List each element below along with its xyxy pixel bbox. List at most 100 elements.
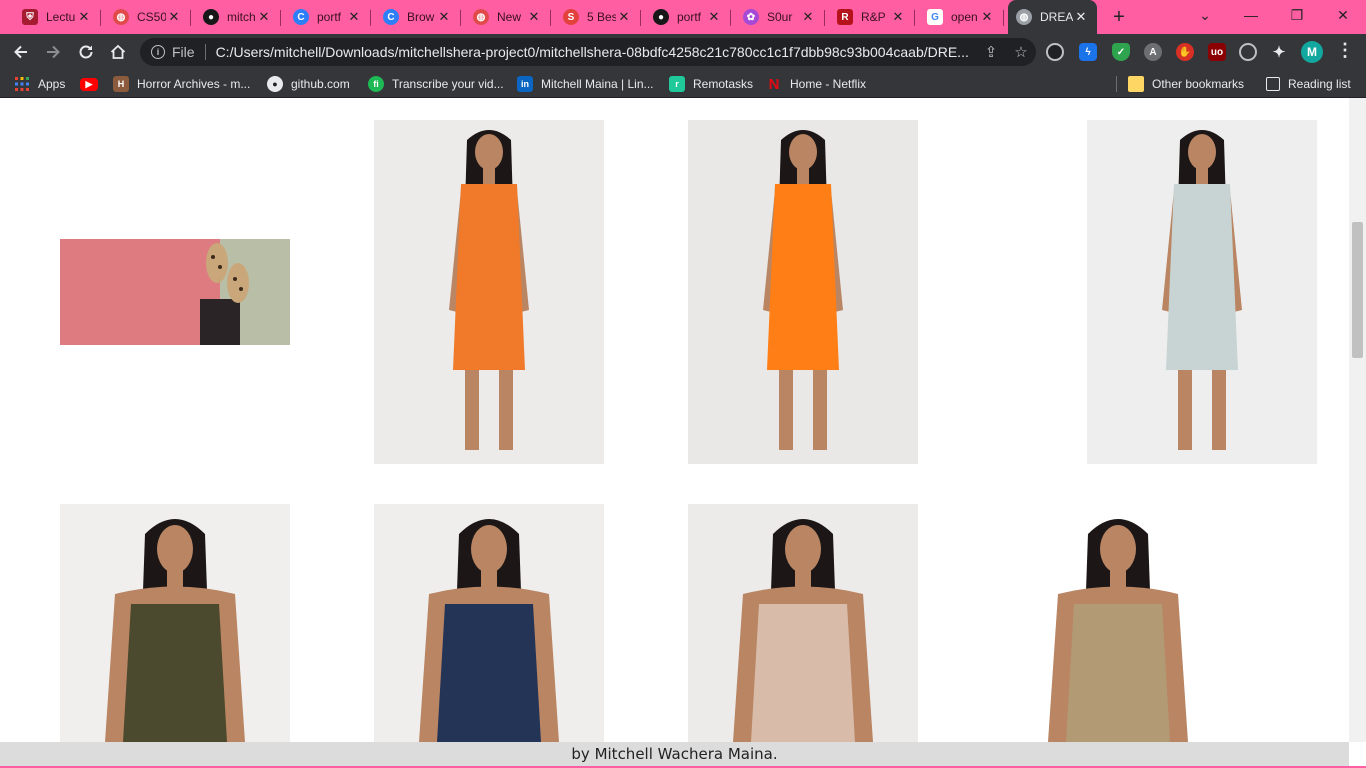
tab-separator [730,10,731,26]
product-image-leopard-jeans[interactable] [1003,504,1233,742]
page-footer: by Mitchell Wachera Maina. [0,742,1349,766]
bookmark-other-folder[interactable]: Other bookmarks [1128,74,1244,94]
bookmark-label: Reading list [1288,77,1351,91]
tab-close-icon[interactable]: ✕ [76,9,92,25]
extensions-puzzle-icon[interactable]: ✦ [1270,43,1288,61]
extension-lightning-icon[interactable]: ϟ [1079,43,1097,61]
extension-circle-icon[interactable] [1046,43,1064,61]
tab-close-icon[interactable]: ✕ [166,9,182,25]
browser-menu-icon[interactable]: ⋮ [1336,40,1354,61]
linkedin-icon: in [517,76,533,92]
reload-button[interactable] [73,39,99,65]
home-icon [110,44,126,59]
restore-button[interactable]: ❐ [1274,0,1320,30]
canva-icon: C [383,9,399,25]
home-button[interactable] [105,39,131,65]
tab-title: open [951,10,978,24]
page-viewport [0,98,1349,742]
back-arrow-icon [14,45,27,59]
product-image-beige-knit-set[interactable] [688,504,918,742]
minimize-button[interactable]: — [1228,0,1274,30]
extension-target-icon[interactable] [1239,43,1257,61]
tab-close-icon[interactable]: ✕ [800,9,816,25]
extension-compass-icon[interactable]: A [1144,43,1162,61]
tab-close-icon[interactable]: ✕ [436,9,452,25]
tab-separator [100,10,101,26]
bookmark-apps[interactable]: Apps [14,74,65,94]
bookmark-reading-list[interactable]: Reading list [1266,74,1351,94]
youtube-icon: ▶ [80,77,98,91]
bookmark-transcribe[interactable]: fi Transcribe your vid... [368,74,504,94]
bookmark-youtube[interactable]: ▶ [80,74,106,94]
site-info-icon[interactable]: i [151,45,165,59]
product-image-orange-satin-dress[interactable] [374,120,604,464]
back-button[interactable] [8,39,34,65]
tab-title: S0ur [767,10,793,24]
bookmark-horror-archives[interactable]: H Horror Archives - m... [113,74,250,94]
tab-separator [824,10,825,26]
browser-tab[interactable]: C Brow ✕ [375,2,461,32]
tab-close-icon[interactable]: ✕ [526,9,542,25]
globe-icon: ◍ [1016,9,1032,25]
page-scrollbar[interactable] [1349,98,1366,742]
bookmark-linkedin[interactable]: in Mitchell Maina | Lin... [517,74,654,94]
reload-icon [79,45,93,59]
tab-close-icon[interactable]: ✕ [616,9,632,25]
olive-top-leather-skirt-photo [60,504,290,742]
tab-close-icon[interactable]: ✕ [256,9,272,25]
close-window-button[interactable]: ✕ [1320,0,1366,30]
bookmark-label: Other bookmarks [1152,77,1245,91]
tab-close-icon[interactable]: ✕ [890,9,906,25]
scrollbar-thumb[interactable] [1352,222,1363,358]
browser-tab[interactable]: ◍ New ✕ [465,2,551,32]
product-image-olive-top-leather-skirt[interactable] [60,504,290,742]
browser-tab[interactable]: S 5 Bes ✕ [555,2,641,32]
bookmark-github[interactable]: ● github.com [267,74,350,94]
extension-hand-icon[interactable]: ✋ [1176,43,1194,61]
tab-title: 5 Bes [587,10,616,24]
browser-tab[interactable]: ◍ CS50 ✕ [105,2,191,32]
extension-shield-icon[interactable]: ✓ [1112,43,1130,61]
browser-tab[interactable]: ✿ S0ur ✕ [735,2,825,32]
bookmark-label: Remotasks [693,77,754,91]
tab-close-icon[interactable]: ✕ [1073,9,1089,25]
tab-search-button[interactable]: ⌄ [1182,0,1228,30]
product-image-orange-mesh-dress[interactable] [688,120,918,464]
reading-list-icon [1266,77,1280,91]
browser-tab[interactable]: ◍ DREA ✕ [1008,0,1097,34]
tab-title: Lectu [46,10,76,24]
tab-separator [640,10,641,26]
share-icon[interactable]: ⇪ [976,43,1006,61]
browser-tab[interactable]: Gopen ✕ [919,2,1004,32]
browser-tab[interactable]: ● portf ✕ [645,2,731,32]
extension-ublock-icon[interactable]: uo [1208,43,1226,61]
browser-tab[interactable]: Cportf ✕ [285,2,371,32]
bookmark-label: Mitchell Maina | Lin... [541,77,654,91]
new-tab-button[interactable]: + [1108,6,1130,28]
browser-tab[interactable]: ● mitch ✕ [195,2,281,32]
product-image-leopard-flats[interactable] [60,239,290,345]
tab-close-icon[interactable]: ✕ [706,9,722,25]
tab-separator [1003,10,1004,26]
browser-tab[interactable]: ⛨ Lectu ✕ [14,2,101,32]
bookmark-remotasks[interactable]: r Remotasks [669,74,753,94]
bookmark-star-icon[interactable]: ☆ [1006,43,1036,61]
navy-jumpsuit-photo [374,504,604,742]
tab-title: DREA [1040,10,1073,24]
browser-toolbar: i File C:/Users/mitchell/Downloads/mitch… [0,34,1366,70]
product-image-navy-jumpsuit[interactable] [374,504,604,742]
forward-button[interactable] [40,39,66,65]
product-image-silver-satin-dress[interactable] [1087,120,1317,464]
google-icon: G [927,9,943,25]
browser-tab[interactable]: R R&P ✕ [829,2,915,32]
profile-avatar[interactable]: M [1301,41,1323,63]
bookmarks-bar: Apps ▶ H Horror Archives - m... ● github… [0,70,1366,98]
tab-title: portf [677,10,702,24]
bookmark-netflix[interactable]: N Home - Netflix [766,74,866,94]
flower-icon: ✿ [743,9,759,25]
tab-close-icon[interactable]: ✕ [979,9,995,25]
bookmark-label: Transcribe your vid... [392,77,504,91]
address-bar[interactable]: i File C:/Users/mitchell/Downloads/mitch… [140,38,1036,66]
tab-close-icon[interactable]: ✕ [346,9,362,25]
url-text[interactable]: C:/Users/mitchell/Downloads/mitchellsher… [216,44,976,60]
